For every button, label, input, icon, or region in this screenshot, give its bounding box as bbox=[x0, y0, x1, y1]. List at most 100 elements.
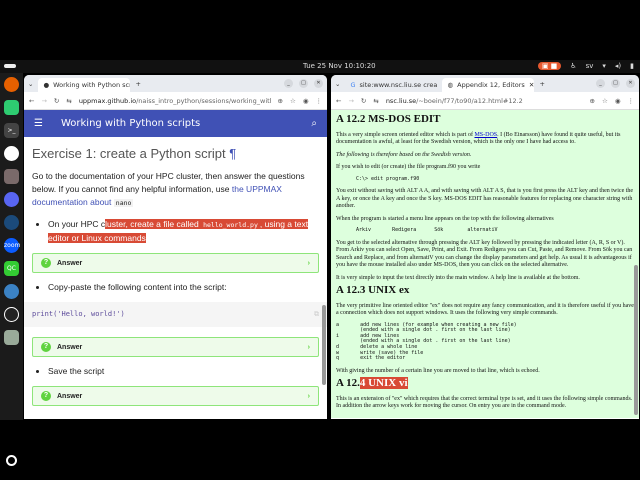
paragraph: You get to the selected alternative thro… bbox=[336, 239, 633, 269]
question-icon: ? bbox=[41, 342, 51, 352]
answer-collapsible[interactable]: ? Answer › bbox=[32, 386, 319, 406]
heading-unix-vi: A 12.4 UNIX vi bbox=[336, 377, 408, 390]
url-bar[interactable]: uppmax.github.io/naiss_intro_python/sess… bbox=[79, 97, 271, 105]
zoom-icon[interactable]: ⊕ bbox=[278, 97, 283, 105]
question-icon: ? bbox=[41, 258, 51, 268]
system-top-bar: Tue 25 Nov 10:10:20 ▣ ■ ♿ sv ▾ ◂) ▮ bbox=[0, 60, 640, 73]
workspace-indicator[interactable] bbox=[4, 64, 16, 68]
battery-icon[interactable]: ▮ bbox=[630, 62, 634, 70]
maximize-button[interactable]: □ bbox=[611, 79, 620, 88]
answer-collapsible[interactable]: ? Answer › bbox=[32, 337, 319, 357]
volume-icon[interactable]: ◂) bbox=[615, 62, 621, 70]
paragraph: When the program is started a menu line … bbox=[336, 215, 554, 222]
dock: >_ zoom QC bbox=[0, 73, 23, 466]
zoom-icon[interactable]: zoom bbox=[4, 238, 20, 253]
url-bar[interactable]: nsc.liu.se/~boein/f77/to90/a12.html#12.2 bbox=[386, 97, 583, 105]
apps-grid-icon[interactable] bbox=[6, 455, 17, 466]
minimize-button[interactable]: _ bbox=[284, 79, 293, 88]
maximize-button[interactable]: □ bbox=[299, 79, 308, 88]
trash-icon[interactable] bbox=[4, 330, 19, 345]
profile-icon[interactable]: ◉ bbox=[303, 97, 309, 105]
chevron-right-icon: › bbox=[307, 392, 310, 400]
forward-icon[interactable]: → bbox=[348, 97, 353, 105]
back-icon[interactable]: ← bbox=[336, 97, 341, 105]
paragraph: You exit without saving with ALT A A, an… bbox=[336, 188, 634, 210]
discord-icon[interactable] bbox=[4, 192, 19, 207]
site-settings-icon[interactable]: ⇆ bbox=[66, 97, 71, 105]
heading-msdos-edit: A 12.2 MS-DOS EDIT bbox=[336, 113, 441, 125]
app-icon[interactable] bbox=[4, 100, 19, 115]
tab-appendix-editors[interactable]: ◍ Appendix 12, Editors ✕ bbox=[442, 78, 535, 92]
chevron-right-icon: › bbox=[307, 343, 310, 351]
new-tab-button[interactable]: + bbox=[135, 80, 140, 88]
qc-icon[interactable]: QC bbox=[4, 261, 19, 276]
intro-text: Go to the documentation of your HPC clus… bbox=[32, 171, 305, 207]
accessibility-icon[interactable]: ♿ bbox=[570, 62, 576, 70]
paragraph: The following is therefore based on the … bbox=[336, 151, 472, 158]
code-example: Arkiv Redigera Sök alternatiV bbox=[356, 227, 498, 234]
paragraph: With giving the number of a certain line… bbox=[336, 367, 540, 374]
close-window-button[interactable]: ✕ bbox=[314, 79, 323, 88]
globe-icon: ◍ bbox=[447, 81, 454, 89]
tab-working-with-python[interactable]: ●Working with Python scripts✕ bbox=[38, 78, 131, 92]
code-block: print('Hello, world!') ⧉ bbox=[24, 302, 327, 327]
hamburger-menu-icon[interactable]: ☰ bbox=[34, 118, 43, 129]
clock[interactable]: Tue 25 Nov 10:10:20 bbox=[303, 62, 376, 70]
paragraph: If you wish to edit (or create) the file… bbox=[336, 164, 481, 170]
tab-google-search[interactable]: Gsite:www.nsc.liu.se creat✕ bbox=[345, 78, 437, 92]
tab-list-icon[interactable]: ⌄ bbox=[28, 80, 33, 88]
firefox-icon[interactable] bbox=[4, 77, 19, 92]
browser-window-right: ⌄ Gsite:www.nsc.liu.se creat✕ ◍Appendix … bbox=[331, 75, 639, 419]
close-window-button[interactable]: ✕ bbox=[626, 79, 635, 88]
google-icon: G bbox=[350, 81, 356, 89]
list-item: Copy-paste the following content into th… bbox=[48, 281, 319, 294]
chevron-right-icon: › bbox=[307, 259, 310, 267]
profile-icon[interactable]: ◉ bbox=[615, 97, 621, 105]
code-example: a add new lines (for example when creati… bbox=[336, 321, 517, 362]
list-item: Save the script bbox=[48, 365, 319, 378]
minimize-button[interactable]: _ bbox=[596, 79, 605, 88]
page-title: Exercise 1: create a Python script ¶ bbox=[32, 146, 237, 161]
bookmark-star-icon[interactable]: ☆ bbox=[602, 97, 608, 105]
scrollbar[interactable] bbox=[322, 305, 326, 385]
bookmark-star-icon[interactable]: ☆ bbox=[290, 97, 296, 105]
obs-icon[interactable] bbox=[4, 307, 19, 322]
question-icon: ? bbox=[41, 391, 51, 401]
forward-icon[interactable]: → bbox=[41, 97, 46, 105]
new-tab-button[interactable]: + bbox=[539, 80, 544, 88]
reload-icon[interactable]: ↻ bbox=[54, 97, 59, 105]
search-icon[interactable]: ⌕ bbox=[311, 118, 317, 129]
msdos-link[interactable]: MS-DOS bbox=[474, 132, 497, 138]
permalink[interactable]: ¶ bbox=[229, 146, 236, 161]
paragraph: The very primitive line oriented editor … bbox=[336, 302, 634, 317]
zoom-icon[interactable]: ⊕ bbox=[590, 97, 595, 105]
paragraph: It is very simple to input the text dire… bbox=[336, 274, 580, 281]
slack-icon[interactable] bbox=[4, 146, 19, 161]
code-example: C:\> edit program.f90 bbox=[356, 175, 420, 182]
steam-icon[interactable] bbox=[4, 215, 19, 230]
chromium-icon[interactable] bbox=[4, 284, 19, 299]
files-icon[interactable] bbox=[4, 169, 19, 184]
close-tab-icon[interactable]: ✕ bbox=[529, 81, 534, 89]
copy-icon[interactable]: ⧉ bbox=[314, 308, 319, 321]
paragraph: This a very simple screen oriented edito… bbox=[336, 131, 621, 146]
site-title: Working with Python scripts bbox=[60, 118, 201, 129]
site-settings-icon[interactable]: ⇆ bbox=[373, 97, 378, 105]
back-icon[interactable]: ← bbox=[29, 97, 34, 105]
menu-icon[interactable]: ⋮ bbox=[628, 97, 635, 105]
screen-record-indicator[interactable]: ▣ ■ bbox=[537, 62, 562, 70]
tab-list-icon[interactable]: ⌄ bbox=[335, 80, 340, 88]
paragraph: This is an extension of "ex" which requi… bbox=[336, 395, 633, 410]
list-item: On your HPC cluster, create a file calle… bbox=[48, 218, 319, 245]
menu-icon[interactable]: ⋮ bbox=[316, 97, 323, 105]
site-header: ☰ Working with Python scripts ⌕ bbox=[24, 110, 327, 137]
network-icon[interactable]: ▾ bbox=[602, 62, 606, 70]
answer-collapsible[interactable]: ? Answer › bbox=[32, 253, 319, 273]
terminal-icon[interactable]: >_ bbox=[4, 123, 19, 138]
browser-window-left: ⌄ ●Working with Python scripts✕ + _ □ ✕ ← →… bbox=[24, 75, 327, 419]
scrollbar[interactable] bbox=[634, 265, 638, 415]
page-content: A 12.2 MS-DOS EDIT This a very simple sc… bbox=[331, 110, 639, 418]
keyboard-layout[interactable]: sv bbox=[586, 62, 594, 70]
reload-icon[interactable]: ↻ bbox=[361, 97, 366, 105]
heading-unix-ex: A 12.3 UNIX ex bbox=[336, 284, 410, 297]
